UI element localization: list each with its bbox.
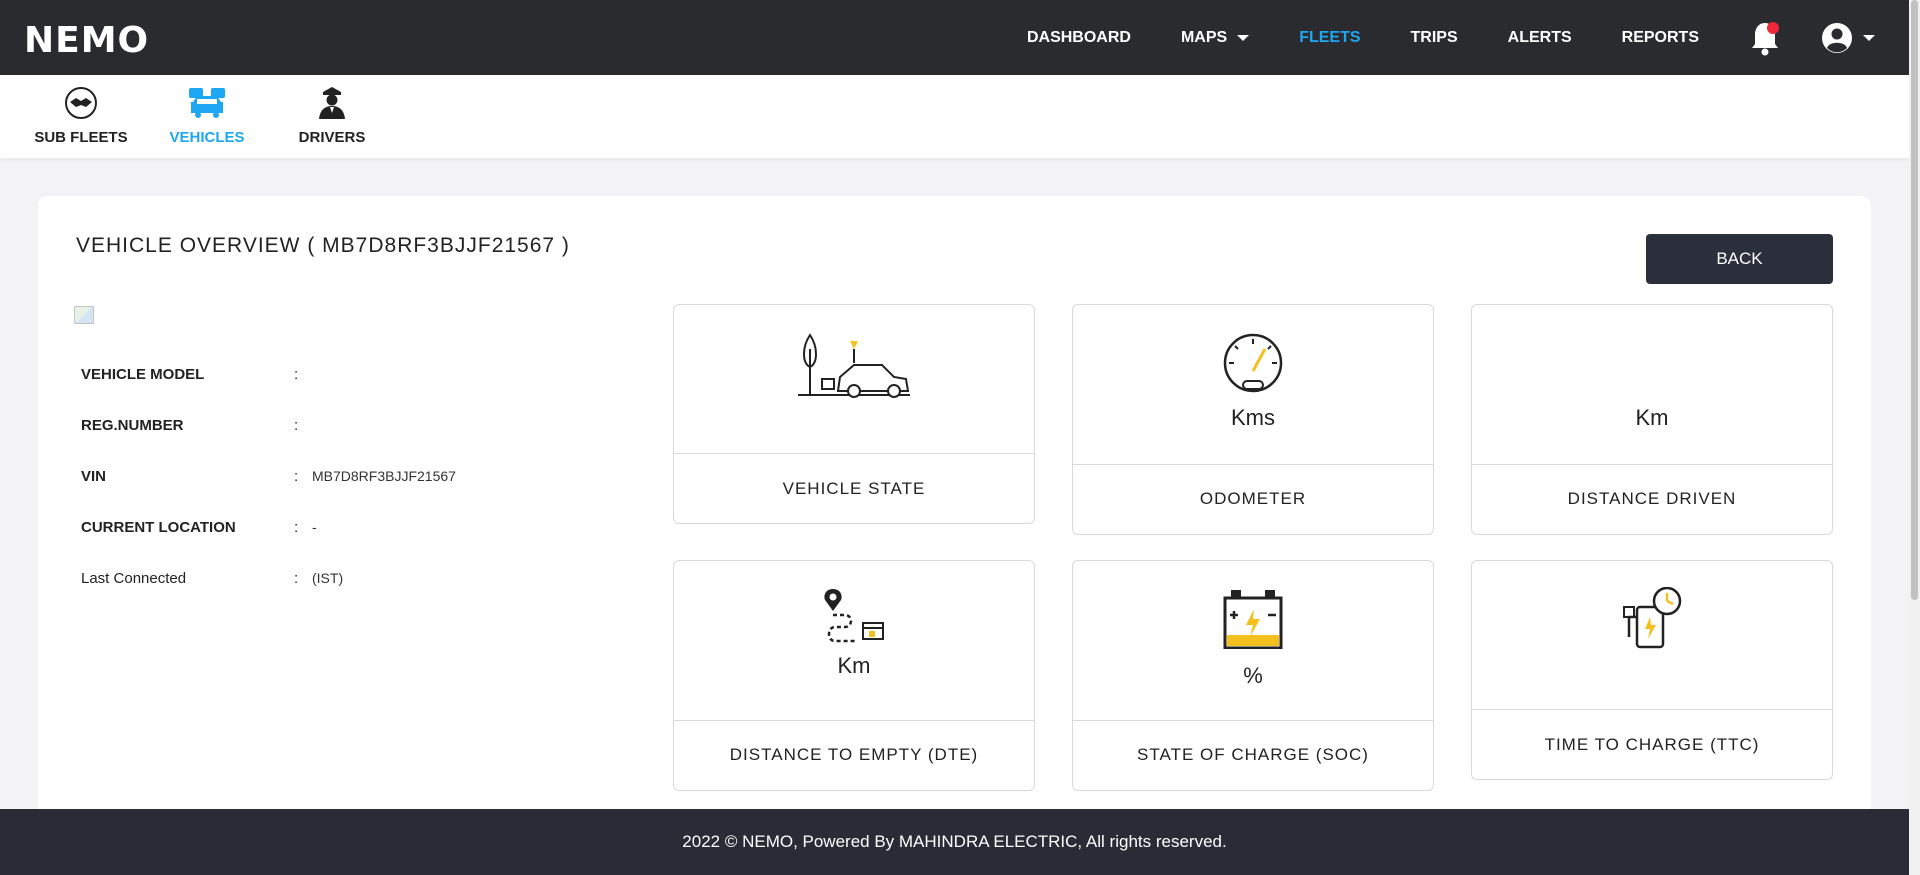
vehicle-state-icon	[798, 333, 910, 398]
main-nav: DASHBOARD MAPS FLEETS TRIPS ALERTS REPOR…	[977, 0, 1909, 75]
nav-fleets[interactable]: FLEETS	[1299, 29, 1360, 47]
soc-label: STATE OF CHARGE (SOC)	[1137, 745, 1369, 764]
chevron-down-icon	[1863, 34, 1875, 41]
dte-unit: Km	[837, 653, 871, 678]
tab-sub-fleets-label: SUB FLEETS	[34, 129, 128, 146]
nav-reports[interactable]: REPORTS	[1622, 29, 1699, 47]
speedometer-icon	[1223, 333, 1283, 393]
info-key: VEHICLE MODEL	[81, 366, 205, 383]
vehicle-overview-card: VEHICLE OVERVIEW ( MB7D8RF3BJJF21567 ) B…	[38, 196, 1871, 816]
info-key: Last Connected	[81, 570, 187, 587]
tile-vehicle-state: VEHICLE STATE	[673, 304, 1035, 524]
tile-distance-to-empty: Km DISTANCE TO EMPTY (DTE)	[673, 560, 1035, 791]
fleet-subnav: SUB FLEETS VEHICLES DRIVERS	[0, 75, 1909, 158]
tab-drivers-label: DRIVERS	[298, 129, 366, 146]
tile-time-to-charge: TIME TO CHARGE (TTC)	[1471, 560, 1833, 780]
info-separator: :	[294, 519, 299, 536]
info-separator: :	[294, 417, 299, 434]
distance-driven-unit: Km	[1635, 405, 1669, 430]
notifications-bell-icon[interactable]	[1749, 20, 1781, 56]
copyright-text: 2022 © NEMO, Powered By MAHINDRA ELECTRI…	[682, 832, 1227, 851]
dte-label: DISTANCE TO EMPTY (DTE)	[729, 745, 979, 764]
info-key: VIN	[81, 468, 107, 485]
handshake-icon	[21, 83, 141, 123]
nemo-logo[interactable]: NEMO	[24, 20, 149, 61]
page-scrollbar[interactable]	[1909, 0, 1920, 875]
page-footer: 2022 © NEMO, Powered By MAHINDRA ELECTRI…	[0, 809, 1909, 875]
chevron-down-icon	[1237, 34, 1250, 41]
tile-divider	[1472, 709, 1832, 710]
tile-divider	[1073, 464, 1433, 465]
tab-vehicles[interactable]: VEHICLES	[147, 83, 267, 146]
scrollbar-thumb[interactable]	[1911, 0, 1918, 600]
info-value: -	[312, 519, 317, 535]
info-separator: :	[294, 468, 299, 485]
info-value: (IST)	[312, 570, 344, 586]
odometer-unit: Kms	[1231, 405, 1275, 430]
driver-icon	[272, 83, 392, 123]
odometer-label: ODOMETER	[1199, 489, 1307, 508]
battery-icon	[1223, 590, 1283, 649]
soc-unit: %	[1243, 663, 1263, 688]
info-separator: :	[294, 570, 299, 587]
info-value: MB7D8RF3BJJF21567	[312, 468, 456, 484]
tile-divider	[674, 720, 1034, 721]
back-button[interactable]: BACK	[1646, 234, 1833, 284]
notification-dot	[1767, 21, 1779, 34]
nav-maps[interactable]: MAPS	[1180, 28, 1250, 47]
account-menu[interactable]	[1821, 22, 1875, 54]
nav-maps-label: MAPS	[1180, 28, 1228, 46]
vehicles-icon	[147, 83, 267, 123]
top-navbar: NEMO DASHBOARD MAPS FLEETS TRIPS ALERTS …	[0, 0, 1909, 75]
ttc-label: TIME TO CHARGE (TTC)	[1544, 735, 1760, 754]
info-separator: :	[294, 366, 299, 383]
distance-driven-label: DISTANCE DRIVEN	[1567, 489, 1737, 508]
nav-dashboard[interactable]: DASHBOARD	[1027, 29, 1131, 47]
tab-sub-fleets[interactable]: SUB FLEETS	[21, 83, 141, 146]
vehicle-image	[74, 306, 94, 324]
info-key: REG.NUMBER	[81, 417, 184, 434]
tile-divider	[1472, 464, 1832, 465]
vehicle-state-label: VEHICLE STATE	[782, 479, 926, 498]
nav-alerts[interactable]: ALERTS	[1508, 29, 1572, 47]
charging-station-clock-icon	[1623, 587, 1682, 649]
tile-divider	[1073, 720, 1433, 721]
tile-state-of-charge: % STATE OF CHARGE (SOC)	[1072, 560, 1434, 791]
tile-distance-driven: Km DISTANCE DRIVEN	[1471, 304, 1833, 535]
tab-drivers[interactable]: DRIVERS	[272, 83, 392, 146]
route-location-icon	[824, 589, 884, 643]
tab-vehicles-label: VEHICLES	[169, 129, 245, 146]
info-key: CURRENT LOCATION	[81, 519, 236, 536]
user-avatar-icon	[1822, 22, 1852, 53]
tile-odometer: Kms ODOMETER	[1072, 304, 1434, 535]
nav-trips[interactable]: TRIPS	[1411, 29, 1458, 47]
tile-divider	[674, 453, 1034, 454]
page-title: VEHICLE OVERVIEW ( MB7D8RF3BJJF21567 )	[76, 234, 570, 257]
